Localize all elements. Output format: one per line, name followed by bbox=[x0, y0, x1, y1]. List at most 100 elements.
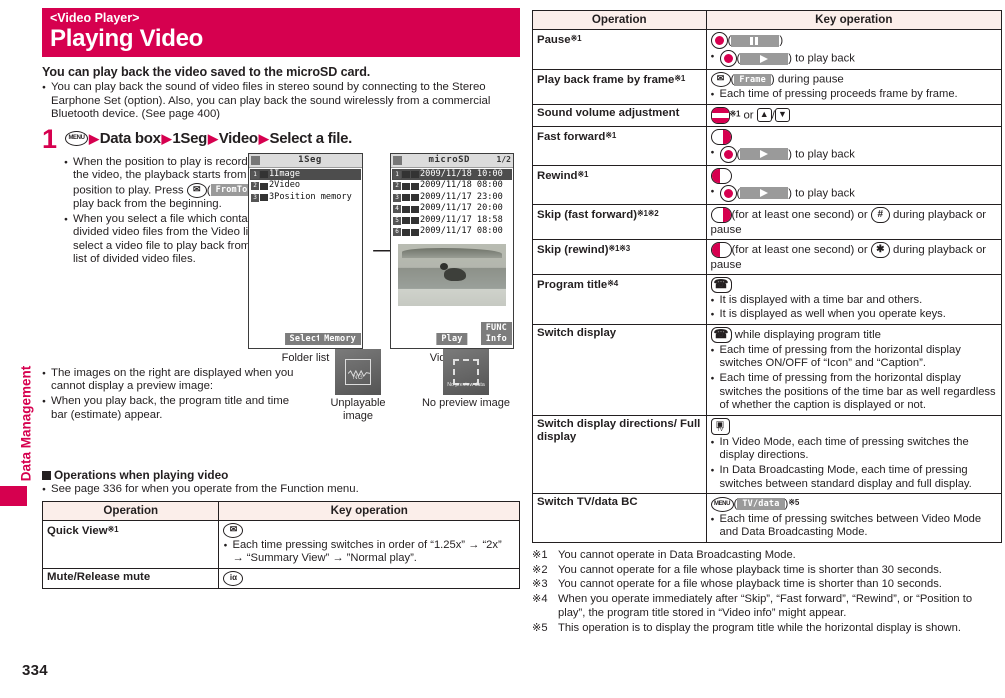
table-row: Quick View※1 ✉ Each time pressing switch… bbox=[41, 519, 520, 569]
path-step-2: Video bbox=[218, 129, 258, 147]
footnote: ※4 When you operate immediately after “Sk… bbox=[532, 592, 1002, 620]
footnote-mark: ※1 bbox=[729, 109, 741, 119]
signal-icon bbox=[251, 155, 260, 165]
footnote-label: ※1 bbox=[532, 548, 548, 561]
list-item[interactable]: 3 2009/11/17 23:00 bbox=[392, 192, 512, 204]
footnote-text: When you operate immediately after “Skip… bbox=[558, 592, 973, 620]
chapter-label: Data Management bbox=[18, 365, 34, 482]
nopreview-caption: No preview image bbox=[421, 396, 511, 409]
list-item: It is displayed as well when you operate… bbox=[711, 308, 997, 322]
row-index-icon: 2 bbox=[251, 182, 259, 191]
row-operation: Pause※1 bbox=[532, 29, 707, 70]
list-item: Each time of pressing switches between V… bbox=[711, 513, 997, 540]
footnote-mark: ※5 bbox=[788, 498, 800, 508]
row-key-operation: () to play back bbox=[705, 125, 1003, 166]
softkey-info[interactable]: Info bbox=[480, 332, 512, 345]
list-item: When you play back, the program title an… bbox=[42, 395, 294, 422]
row-operation: Program title※4 bbox=[532, 273, 707, 325]
row-index-icon: 5 bbox=[393, 216, 401, 225]
table-row: Play back frame by frame※1 ✉(Frame) duri… bbox=[532, 69, 1003, 105]
list-item[interactable]: 1 2009/11/18 10:00 bbox=[392, 168, 512, 181]
list-item[interactable]: 6 2009/11/17 08:00 bbox=[392, 226, 512, 238]
list-item: Each time pressing switches in order of … bbox=[223, 539, 515, 566]
post-bullets: The images on the right are displayed wh… bbox=[42, 367, 294, 422]
list-item[interactable]: 3 3Position memory bbox=[250, 192, 361, 204]
footnote-mark: ※1※3 bbox=[608, 243, 631, 253]
list-item: The images on the right are displayed wh… bbox=[42, 367, 294, 394]
square-bullet-icon bbox=[42, 471, 51, 481]
row-operation: Fast forward※1 bbox=[532, 125, 707, 166]
movie-icon bbox=[411, 205, 419, 213]
footnote-text: This operation is to display the program… bbox=[558, 621, 961, 634]
row-key-operation: MENU(TV/data)※5 Each time of pressing sw… bbox=[705, 493, 1003, 543]
list-item[interactable]: 2 2Video bbox=[250, 180, 361, 192]
table-row: Program title※4 ☎ It is displayed with a… bbox=[532, 273, 1003, 325]
step-1: 1 MENU ▶Data box▶1Seg▶Video▶Select a file… bbox=[42, 125, 520, 152]
footnote: ※5 This operation is to display the progr… bbox=[532, 621, 1002, 635]
movie-icon bbox=[411, 194, 419, 202]
screen-page-indicator: 1/2 bbox=[496, 155, 511, 165]
screen-title: 1Seg bbox=[298, 155, 322, 166]
col-key-operation: Key operation bbox=[705, 10, 1003, 30]
file-icon bbox=[402, 205, 410, 213]
row-key-operation: ✉(Frame) during pause Each time of press… bbox=[705, 69, 1003, 105]
list-item: () to play back bbox=[711, 145, 997, 163]
table-row: Fast forward※1 () to play back bbox=[532, 125, 1003, 166]
col-operation: Operation bbox=[532, 10, 707, 30]
unplayable-caption: Unplayable image bbox=[330, 396, 386, 422]
play-softkey-chip bbox=[740, 187, 789, 200]
row-index-icon: 1 bbox=[251, 170, 259, 179]
arrow-icon: ▶ bbox=[89, 130, 99, 146]
page-number: 334 bbox=[22, 662, 48, 679]
play-softkey-chip bbox=[740, 52, 789, 65]
footnote-label: ※3 bbox=[532, 578, 548, 591]
row-index-icon: 2 bbox=[393, 182, 401, 191]
page-header: <Video Player> Playing Video bbox=[42, 8, 520, 57]
right-nav-key-icon bbox=[710, 128, 732, 145]
arrow-icon: ▶ bbox=[161, 130, 172, 146]
row-operation: Skip (fast forward)※1※2 bbox=[532, 203, 707, 240]
table-row: Switch display ☎ while displaying progra… bbox=[532, 323, 1003, 416]
list-item: () to play back bbox=[711, 50, 997, 67]
footnote-text: You cannot operate in Data Broadcasting … bbox=[558, 548, 796, 561]
row-index-icon: 4 bbox=[393, 205, 401, 214]
table-row: Skip (rewind)※1※3 (for at least one seco… bbox=[532, 238, 1003, 275]
footnote: ※1 You cannot operate in Data Broadcastin… bbox=[532, 548, 1002, 562]
movie-icon bbox=[411, 217, 419, 225]
nopreview-thumb-group: No preview data No preview image bbox=[410, 348, 522, 410]
preview-image bbox=[398, 243, 506, 306]
unplayable-thumb-group: NG Unplayable image bbox=[320, 348, 396, 423]
table-row: Mute/Release mute iα bbox=[41, 567, 520, 589]
list-item[interactable]: 1 1Image bbox=[250, 168, 361, 181]
screen-title: microSD bbox=[428, 155, 470, 166]
footnote-mark: ※1 bbox=[605, 130, 617, 140]
header-section: <Video Player> bbox=[50, 11, 140, 25]
footnote-label: ※2 bbox=[532, 563, 548, 576]
row-operation: Switch TV/data BC bbox=[532, 493, 707, 543]
list-item: It is displayed with a time bar and othe… bbox=[711, 294, 997, 308]
path-step-3: Select a file. bbox=[269, 129, 353, 147]
right-column: Operation Key operation Pause※1 () () to… bbox=[532, 6, 1003, 636]
volume-key-icon bbox=[710, 106, 730, 124]
page-title: Playing Video bbox=[50, 25, 204, 52]
center-key-icon bbox=[719, 145, 737, 163]
up-key-icon: ▲ bbox=[756, 108, 772, 123]
list-item[interactable]: 2 2009/11/18 08:00 bbox=[392, 180, 512, 192]
softkey-play[interactable]: Play bbox=[436, 332, 468, 345]
list-item[interactable]: 4 2009/11/17 20:00 bbox=[392, 203, 512, 215]
path-step-1: 1Seg bbox=[172, 129, 208, 147]
row-index-icon: 6 bbox=[393, 228, 401, 237]
list-item[interactable]: 5 2009/11/17 18:58 bbox=[392, 215, 512, 227]
down-key-icon: ▼ bbox=[774, 108, 790, 123]
list-item: In Video Mode, each time of pressing swi… bbox=[711, 436, 997, 463]
lead-text: You can play back the video saved to the… bbox=[42, 65, 371, 79]
softkey-memory[interactable]: Memory bbox=[319, 332, 361, 345]
center-key-icon bbox=[719, 184, 737, 202]
play-softkey-chip bbox=[740, 148, 789, 161]
step-body-and-screens: When the position to play is recorded to… bbox=[42, 152, 520, 365]
section-bullets: See page 336 for when you operate from t… bbox=[42, 483, 520, 497]
left-column: <Video Player> Playing Video You can pla… bbox=[41, 8, 522, 589]
section-heading: Operations when playing video bbox=[42, 468, 520, 482]
chapter-tab: Data Management bbox=[0, 0, 38, 698]
footnote-text: You cannot operate for a file whose play… bbox=[558, 578, 942, 591]
